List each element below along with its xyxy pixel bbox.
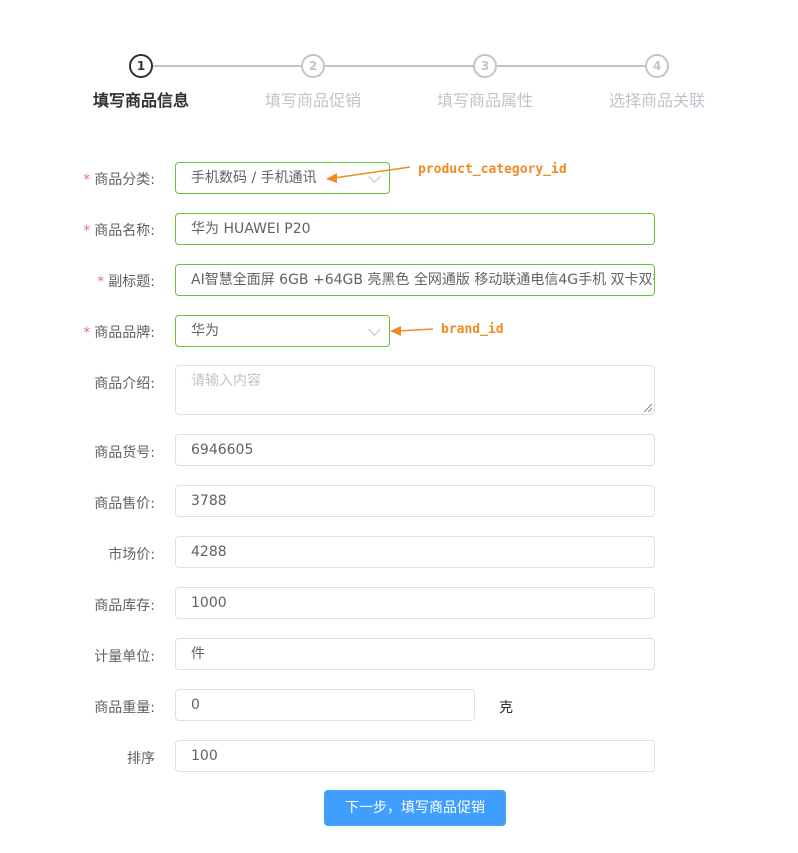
annotation-category: product_category_id (418, 162, 567, 177)
annotation-arrowhead (326, 173, 337, 183)
annotation-brand: brand_id (441, 322, 504, 337)
annotation-arrowhead (390, 326, 401, 336)
annotation-arrow-brand (397, 328, 434, 332)
annotation-arrow-category (333, 166, 411, 179)
annotation-arrows (326, 166, 434, 336)
